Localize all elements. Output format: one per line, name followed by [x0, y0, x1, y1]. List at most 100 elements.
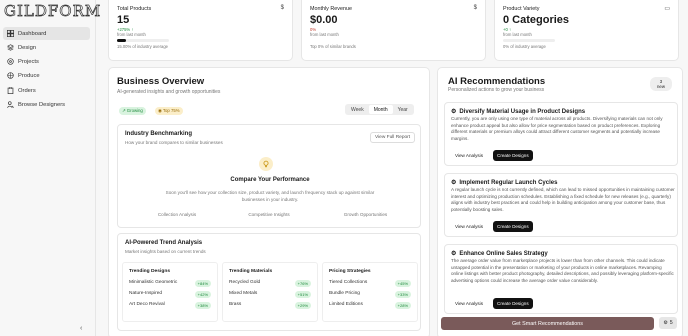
trend-row-value: +38% — [194, 302, 211, 309]
stat-label: Monthly Revenue — [310, 6, 352, 12]
trend-row-value: +42% — [194, 291, 211, 298]
trend-row-value: +29% — [294, 302, 311, 309]
trend-row-name: Limited Editions — [329, 302, 363, 307]
section-title: AI Recommendations — [448, 76, 546, 87]
stat-foot: 15.00% of industry average — [117, 44, 168, 49]
recommendation-card: ⚙ Implement Regular Launch Cycles A regu… — [444, 173, 678, 237]
brain-icon: ⚙ — [663, 320, 668, 326]
trend-row-value: +28% — [394, 302, 411, 309]
progress-bar — [117, 39, 169, 42]
sidebar-item-orders[interactable]: Orders — [3, 84, 90, 97]
trend-column-materials: Trending Materials Recycled Gold +76% Mi… — [222, 262, 318, 322]
stat-value: 15 — [117, 14, 130, 26]
competitive-insights-link[interactable]: Competitive Insights — [234, 212, 304, 217]
growth-opportunities-link[interactable]: Growth Opportunities — [328, 212, 403, 217]
sidebar-item-projects[interactable]: Projects — [3, 55, 90, 68]
panel-subtitle: How your brand compares to similar busin… — [125, 140, 223, 145]
chat-fab[interactable]: ⚙ 5 — [659, 317, 677, 329]
fab-count: 5 — [669, 320, 673, 326]
sidebar-item-label: Produce — [18, 72, 40, 79]
sparkle-icon: ⚙ — [451, 180, 457, 186]
trend-row-value: +45% — [394, 280, 411, 287]
sidebar-item-label: Projects — [18, 58, 39, 65]
create-designs-button[interactable]: Create Designs — [493, 150, 533, 161]
trend-row-name: Mixed Metals — [229, 291, 258, 296]
stat-value: $0.00 — [310, 14, 338, 26]
stat-card-total-products: Total Products $ 15 +275% ↑ from last mo… — [108, 0, 293, 61]
business-overview-card: Business Overview AI-generated insights … — [108, 67, 430, 336]
trend-row-value: +51% — [294, 291, 311, 298]
folder-icon — [7, 58, 14, 65]
stat-sub: from last month — [310, 32, 339, 37]
badge-label: new — [657, 84, 665, 89]
sidebar-item-label: Browse Designers — [18, 101, 66, 108]
industry-benchmark-panel: Industry Benchmarking How your brand com… — [117, 124, 421, 228]
trend-row-name: Recycled Gold — [229, 280, 261, 285]
box-icon — [7, 72, 14, 79]
sidebar-item-label: Design — [18, 44, 37, 51]
view-analysis-button[interactable]: View Analysis — [451, 221, 487, 232]
view-analysis-button[interactable]: View Analysis — [451, 150, 487, 161]
stat-value: 0 Categories — [503, 14, 570, 26]
trend-row-name: Minimalistic Geometric — [129, 280, 178, 285]
get-smart-recommendations-button[interactable]: Get Smart Recommendations — [441, 317, 654, 330]
trend-row-name: Tiered Collections — [329, 280, 368, 285]
tab-week[interactable]: Week — [346, 105, 369, 114]
column-heading: Pricing Strategies — [329, 269, 371, 274]
trend-row-name: Nature-Inspired — [129, 291, 163, 296]
trend-row-value: +33% — [394, 291, 411, 298]
panel-title: AI-Powered Trend Analysis — [125, 240, 203, 246]
stat-sub: from last month — [117, 32, 146, 37]
sidebar-item-produce[interactable]: Produce — [3, 69, 90, 82]
sidebar-item-dashboard[interactable]: Dashboard — [3, 27, 90, 40]
clipboard-icon — [7, 87, 14, 94]
growing-badge: ↗ Growing — [119, 107, 146, 115]
stat-label: Total Products — [117, 6, 152, 12]
new-count-badge: 3 new — [650, 77, 672, 91]
dollar-icon: $ — [473, 5, 477, 11]
stat-label: Product Variety — [503, 6, 540, 12]
tab-month[interactable]: Month — [368, 105, 393, 114]
app-logo[interactable]: GILDFORM — [4, 2, 101, 21]
tab-year[interactable]: Year — [393, 105, 413, 114]
trend-row-name: Art Deco Revival — [129, 302, 165, 307]
trend-row-value: +84% — [194, 280, 211, 287]
layers-icon — [7, 44, 14, 51]
recommendation-body: A regular launch cycle is not currently … — [451, 187, 675, 212]
recommendation-card: ⚙ Enhance Online Sales Strategy The aver… — [444, 244, 678, 314]
trend-row-value: +76% — [294, 280, 311, 287]
create-designs-button[interactable]: Create Designs — [493, 221, 533, 232]
sidebar-item-label: Dashboard — [18, 30, 47, 37]
panel-subtitle: Market insights based on current trends — [125, 249, 206, 254]
period-toggle: Week Month Year — [345, 104, 414, 115]
lightbulb-icon — [259, 157, 273, 171]
sidebar-item-label: Orders — [18, 87, 36, 94]
sidebar: GILDFORM Dashboard Design Projects Produ… — [0, 0, 101, 336]
collapse-sidebar-button[interactable]: ‹ — [80, 325, 82, 332]
recommendation-title-text: Implement Regular Launch Cycles — [459, 179, 558, 186]
stat-foot: Top 0% of similar brands — [310, 44, 356, 49]
section-title: Business Overview — [117, 76, 205, 87]
recommendation-title: ⚙ Implement Regular Launch Cycles — [451, 179, 558, 187]
view-full-report-button[interactable]: View Full Report — [370, 132, 416, 143]
create-designs-button[interactable]: Create Designs — [493, 298, 533, 309]
progress-fill — [117, 39, 127, 42]
recommendation-card: ⚙ Diversify Material Usage in Product De… — [444, 102, 678, 166]
collection-analysis-link[interactable]: Collection Analysis — [142, 212, 212, 217]
panel-title: Industry Benchmarking — [125, 131, 193, 137]
top-percent-badge: ◉ Top 75% — [155, 107, 183, 115]
compare-text: Soon you'll see how your collection size… — [165, 190, 375, 202]
grid-icon — [7, 30, 14, 37]
trend-analysis-panel: AI-Powered Trend Analysis Market insight… — [117, 233, 421, 331]
recommendation-title: ⚙ Enhance Online Sales Strategy — [451, 250, 548, 258]
trend-row-name: Bundle Pricing — [329, 291, 360, 296]
stat-card-monthly-revenue: Monthly Revenue $ $0.00 0% from last mon… — [301, 0, 486, 61]
sidebar-item-browse-designers[interactable]: Browse Designers — [3, 98, 90, 111]
stat-foot: 0% of industry average — [503, 44, 546, 49]
sidebar-item-design[interactable]: Design — [3, 41, 90, 54]
view-analysis-button[interactable]: View Analysis — [451, 298, 487, 309]
recommendation-title-text: Enhance Online Sales Strategy — [459, 250, 548, 257]
section-subtitle: Personalized actions to grow your busine… — [448, 87, 545, 93]
section-subtitle: AI-generated insights and growth opportu… — [117, 89, 221, 95]
recommendation-title: ⚙ Diversify Material Usage in Product De… — [451, 108, 585, 116]
